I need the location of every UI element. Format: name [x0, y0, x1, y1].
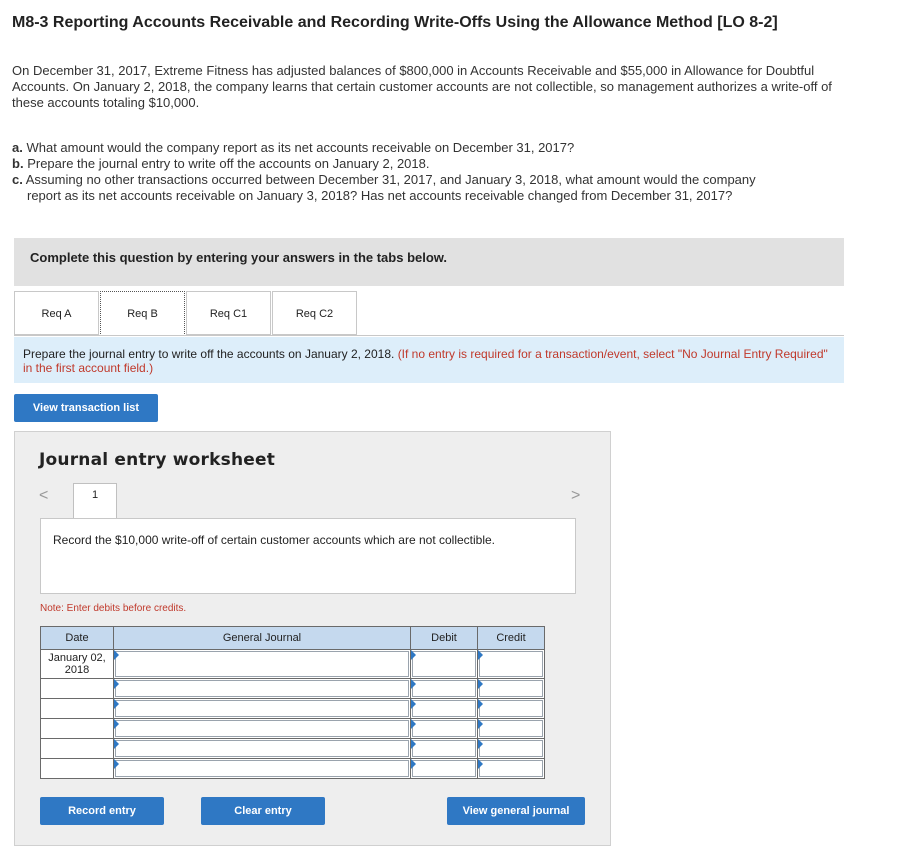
- account-field[interactable]: [113, 718, 411, 739]
- instructions-banner: Complete this question by entering your …: [14, 238, 844, 286]
- tab-req-c2[interactable]: Req C2: [272, 291, 357, 335]
- view-general-journal-button[interactable]: View general journal: [447, 797, 585, 825]
- date-line-2: 2018: [64, 664, 90, 676]
- general-journal-table: Date General Journal Debit Credit Januar…: [40, 626, 545, 779]
- dropdown-marker-icon: [114, 739, 119, 749]
- dropdown-marker-icon: [114, 699, 119, 709]
- input-marker-icon: [478, 719, 483, 729]
- dropdown-marker-icon: [114, 719, 119, 729]
- instruction-text: Prepare the journal entry to write off t…: [23, 347, 395, 361]
- input-marker-icon: [411, 739, 416, 749]
- debit-credit-note: Note: Enter debits before credits.: [40, 603, 187, 614]
- col-header-general-journal: General Journal: [113, 626, 411, 650]
- requirement-instruction: Prepare the journal entry to write off t…: [14, 337, 844, 383]
- question-b: b. Prepare the journal entry to write of…: [12, 156, 430, 171]
- account-field[interactable]: [113, 649, 411, 679]
- dropdown-marker-icon: [114, 679, 119, 689]
- input-marker-icon: [478, 650, 483, 660]
- input-marker-icon: [411, 719, 416, 729]
- tab-req-c1[interactable]: Req C1: [186, 291, 271, 335]
- table-row: [40, 758, 545, 779]
- date-line-1: January 02,: [48, 652, 106, 664]
- question-c-continued: report as its net accounts receivable on…: [27, 188, 733, 203]
- col-header-debit: Debit: [410, 626, 478, 650]
- credit-field[interactable]: [477, 758, 545, 779]
- worksheet-page-tab[interactable]: 1: [73, 483, 117, 520]
- input-marker-icon: [478, 759, 483, 769]
- debit-field[interactable]: [410, 698, 478, 719]
- input-marker-icon: [478, 679, 483, 689]
- input-marker-icon: [478, 739, 483, 749]
- col-header-date: Date: [40, 626, 114, 650]
- table-row: [40, 698, 545, 719]
- debit-field[interactable]: [410, 758, 478, 779]
- dropdown-marker-icon: [114, 759, 119, 769]
- debit-field[interactable]: [410, 678, 478, 699]
- date-cell: January 02, 2018: [40, 649, 114, 679]
- credit-field[interactable]: [477, 678, 545, 699]
- account-field[interactable]: [113, 758, 411, 779]
- table-row: [40, 678, 545, 699]
- table-row: [40, 738, 545, 759]
- debit-field[interactable]: [410, 649, 478, 679]
- input-marker-icon: [411, 759, 416, 769]
- date-cell: [40, 718, 114, 739]
- question-c: c. Assuming no other transactions occurr…: [12, 172, 756, 187]
- transaction-description: Record the $10,000 write-off of certain …: [53, 533, 496, 547]
- account-field[interactable]: [113, 698, 411, 719]
- credit-field[interactable]: [477, 649, 545, 679]
- col-header-credit: Credit: [477, 626, 545, 650]
- tab-req-a[interactable]: Req A: [14, 291, 99, 335]
- chevron-left-icon[interactable]: <: [39, 487, 48, 505]
- question-list: a. What amount would the company report …: [12, 140, 842, 204]
- page-title: M8-3 Reporting Accounts Receivable and R…: [12, 14, 778, 31]
- date-cell: [40, 758, 114, 779]
- input-marker-icon: [411, 699, 416, 709]
- credit-field[interactable]: [477, 698, 545, 719]
- question-a: a. What amount would the company report …: [12, 140, 575, 155]
- input-marker-icon: [411, 650, 416, 660]
- input-marker-icon: [478, 699, 483, 709]
- table-row: [40, 718, 545, 739]
- clear-entry-button[interactable]: Clear entry: [201, 797, 325, 825]
- worksheet-title: Journal entry worksheet: [39, 450, 276, 470]
- dropdown-marker-icon: [114, 650, 119, 660]
- journal-entry-worksheet: Journal entry worksheet < 1 > Record the…: [14, 431, 611, 846]
- date-cell: [40, 738, 114, 759]
- record-entry-button[interactable]: Record entry: [40, 797, 164, 825]
- account-field[interactable]: [113, 738, 411, 759]
- tab-req-b[interactable]: Req B: [100, 291, 185, 336]
- credit-field[interactable]: [477, 718, 545, 739]
- debit-field[interactable]: [410, 738, 478, 759]
- tab-divider: [14, 335, 844, 336]
- chevron-right-icon[interactable]: >: [571, 487, 580, 505]
- debit-field[interactable]: [410, 718, 478, 739]
- banner-text: Complete this question by entering your …: [30, 250, 448, 265]
- account-field[interactable]: [113, 678, 411, 699]
- view-transaction-list-button[interactable]: View transaction list: [14, 394, 158, 422]
- date-cell: [40, 678, 114, 699]
- input-marker-icon: [411, 679, 416, 689]
- table-row: January 02, 2018: [40, 649, 545, 679]
- table-header-row: Date General Journal Debit Credit: [40, 626, 545, 650]
- problem-intro: On December 31, 2017, Extreme Fitness ha…: [12, 63, 832, 110]
- transaction-description-box: Record the $10,000 write-off of certain …: [40, 518, 576, 594]
- credit-field[interactable]: [477, 738, 545, 759]
- date-cell: [40, 698, 114, 719]
